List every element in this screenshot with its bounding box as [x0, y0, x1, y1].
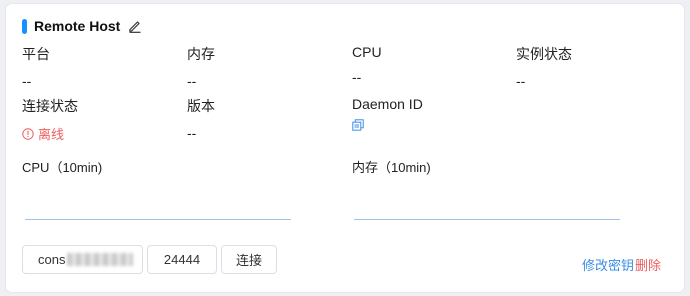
connection-status-field: 连接状态 离线 — [22, 96, 78, 143]
connection-status-text: 离线 — [38, 127, 65, 142]
title-accent-bar — [22, 18, 27, 34]
cpu-label: CPU — [352, 44, 382, 60]
version-label: 版本 — [187, 98, 215, 114]
card-title: Remote Host — [34, 18, 121, 34]
platform-value: -- — [22, 73, 32, 89]
address-input[interactable]: cons — [22, 245, 143, 274]
daemon-id-label: Daemon ID — [352, 96, 423, 112]
port-input[interactable]: 24444 — [147, 245, 217, 274]
address-text: cons — [38, 252, 66, 267]
version-value: -- — [187, 125, 197, 141]
info-circle-icon — [22, 127, 34, 140]
platform-field: 平台 -- — [22, 44, 50, 89]
instance-status-label: 实例状态 — [516, 46, 572, 62]
card-header: Remote Host — [22, 16, 142, 36]
cpu-chart-line — [25, 219, 291, 220]
change-key-link[interactable]: 修改密钥 — [582, 255, 634, 274]
daemon-id-field: Daemon ID — [352, 96, 423, 136]
memory-label: 内存 — [187, 46, 215, 62]
memory-chart-line — [354, 219, 620, 220]
pencil-edit-icon[interactable] — [128, 19, 142, 33]
memory-chart-title: 内存（10min) — [352, 160, 431, 175]
connection-status-label: 连接状态 — [22, 98, 78, 114]
instance-status-value: -- — [516, 73, 526, 89]
address-redacted — [67, 253, 134, 266]
instance-status-field: 实例状态 -- — [516, 44, 572, 89]
version-field: 版本 -- — [187, 96, 215, 141]
memory-field: 内存 -- — [187, 44, 215, 89]
memory-value: -- — [187, 73, 197, 89]
copy-icon[interactable] — [352, 119, 364, 131]
connect-button-label: 连接 — [235, 253, 262, 268]
connect-button[interactable]: 连接 — [221, 245, 277, 274]
connection-status-value: 离线 — [22, 124, 78, 143]
platform-label: 平台 — [22, 46, 50, 62]
remote-host-card: Remote Host 平台 -- 内存 -- CPU -- 实例状态 -- 连… — [6, 4, 684, 292]
cpu-field: CPU -- — [352, 44, 382, 85]
cpu-chart-title: CPU（10min) — [22, 160, 103, 175]
cpu-value: -- — [352, 69, 362, 85]
delete-link[interactable]: 删除 — [635, 255, 661, 274]
port-value: 24444 — [163, 252, 201, 267]
